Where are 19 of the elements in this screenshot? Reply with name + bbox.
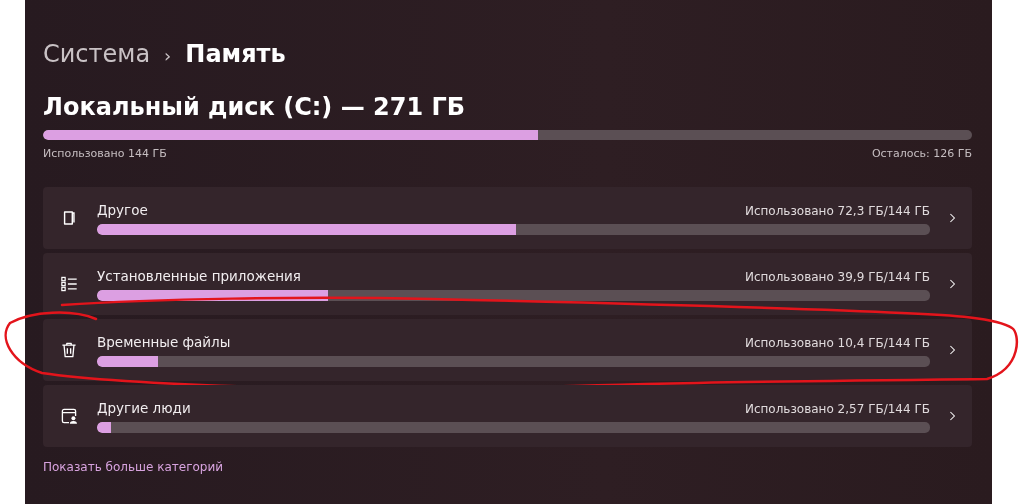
show-more-link[interactable]: Показать больше категорий xyxy=(43,460,224,474)
category-usage: Использовано 39,9 ГБ/144 ГБ xyxy=(744,269,930,284)
category-row[interactable]: Другие люди Использовано 2,57 ГБ/144 ГБ xyxy=(43,385,972,447)
category-usage: Использовано 72,3 ГБ/144 ГБ xyxy=(744,203,930,218)
category-usage: Использовано 2,57 ГБ/144 ГБ xyxy=(744,401,930,416)
category-name: Временные файлы xyxy=(97,333,231,350)
category-row[interactable]: Временные файлы Использовано 10,4 ГБ/144 ГБ xyxy=(43,319,972,381)
breadcrumb-separator: › xyxy=(164,45,172,66)
disk-title: Локальный диск (C:) — 271 ГБ xyxy=(43,93,467,123)
free-label: Осталось: 126 ГБ xyxy=(871,147,972,160)
category-name: Другие люди xyxy=(97,399,191,416)
category-row[interactable]: Установленные приложения Использовано 39,9 ГБ/144 ГБ xyxy=(43,253,972,315)
breadcrumb-link[interactable]: Система xyxy=(43,40,151,68)
category-name: Установленные приложения xyxy=(97,267,301,284)
category-name: Другое xyxy=(97,201,148,218)
page-title: Память xyxy=(185,40,286,68)
category-usage: Использовано 10,4 ГБ/144 ГБ xyxy=(744,335,930,350)
used-label: Использовано 144 ГБ xyxy=(43,147,167,160)
category-row[interactable]: Другое Использовано 72,3 ГБ/144 ГБ xyxy=(43,187,972,249)
